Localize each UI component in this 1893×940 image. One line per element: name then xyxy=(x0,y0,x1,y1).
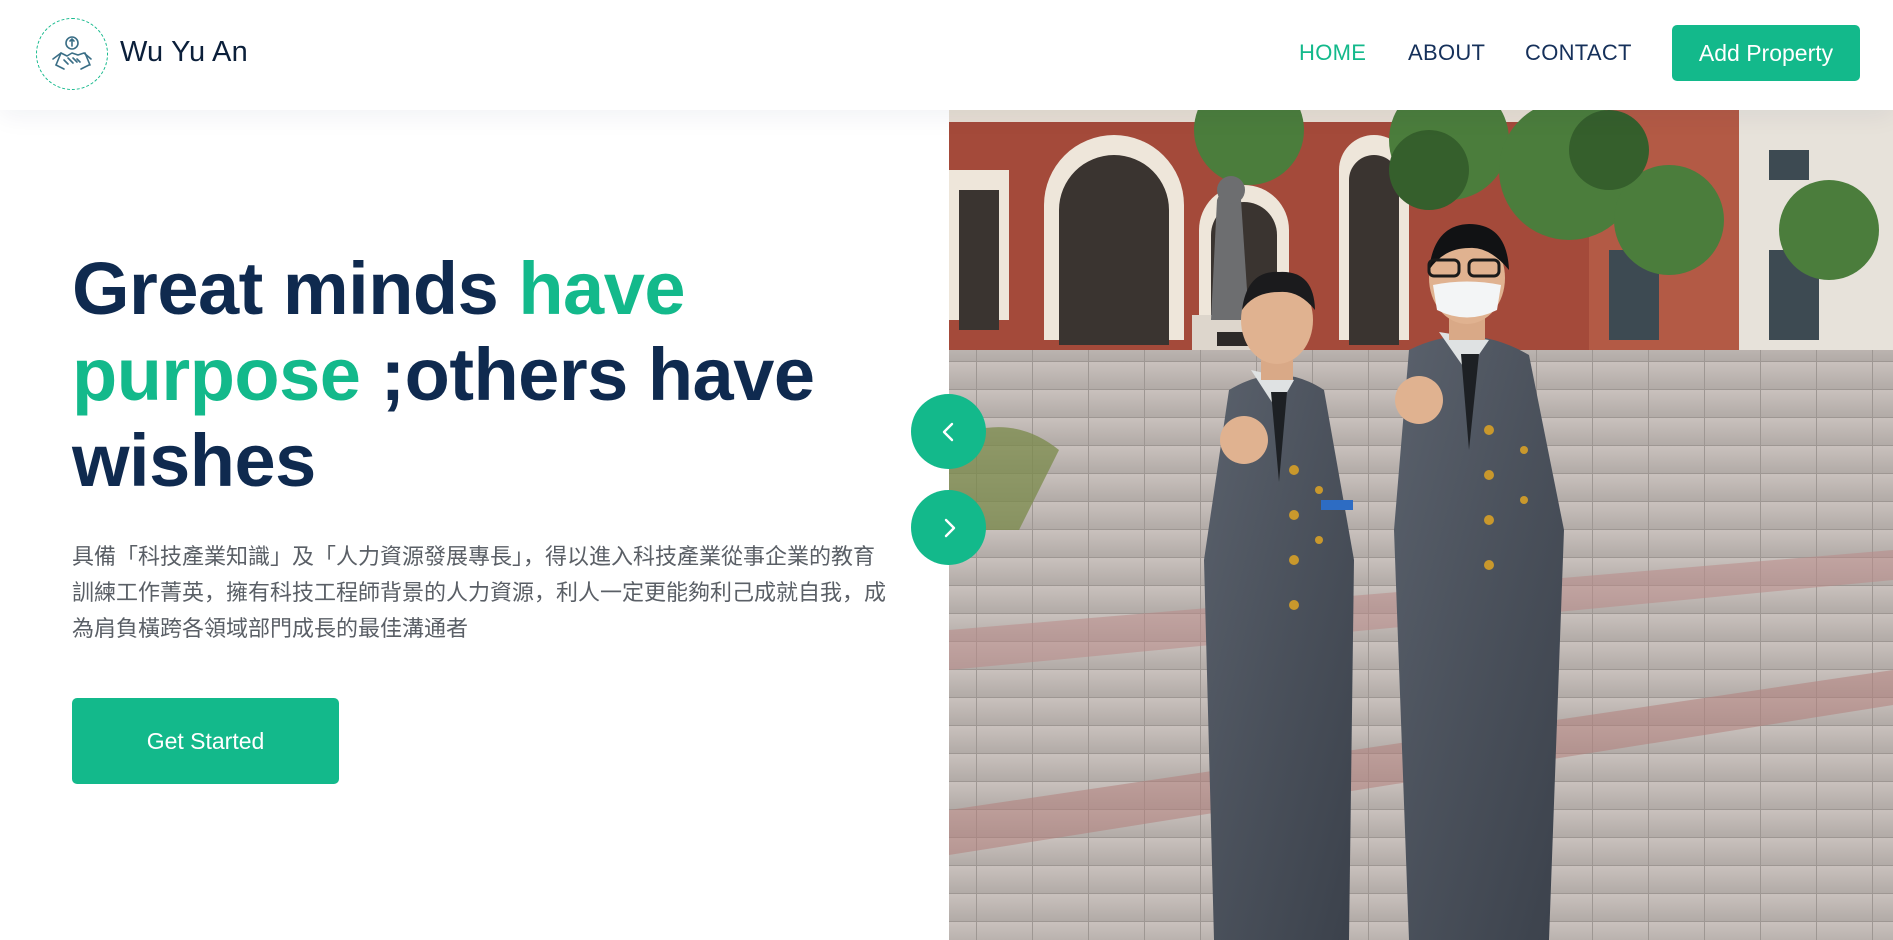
chevron-right-icon xyxy=(944,518,955,537)
chevron-left-icon xyxy=(942,422,953,441)
nav-home[interactable]: HOME xyxy=(1299,40,1366,72)
headline-part-1: Great minds xyxy=(72,247,519,330)
add-property-button[interactable]: Add Property xyxy=(1672,25,1860,81)
page: Wu Yu An HOME ABOUT CONTACT Add Property… xyxy=(0,0,1893,940)
hero-photo xyxy=(949,110,1893,940)
hero-headline: Great minds have purpose ;others have wis… xyxy=(72,246,932,504)
brand-name: Wu Yu An xyxy=(120,36,248,68)
slider-next-button[interactable] xyxy=(911,490,986,565)
handshake-icon xyxy=(52,36,92,70)
hero-description: 具備「科技產業知識」及「人力資源發展專長」，得以進入科技產業從事企業的教育訓練工… xyxy=(72,545,887,642)
nav-contact[interactable]: CONTACT xyxy=(1525,40,1632,72)
slider-prev-button[interactable] xyxy=(911,394,986,469)
headline-accent-2: purpose xyxy=(72,333,361,416)
campus-photo-illustration xyxy=(949,110,1893,940)
logo[interactable] xyxy=(36,18,108,90)
get-started-button[interactable]: Get Started xyxy=(72,698,339,784)
site-header: Wu Yu An HOME ABOUT CONTACT Add Property xyxy=(0,0,1893,110)
headline-accent-1: have xyxy=(518,247,686,330)
nav-about[interactable]: ABOUT xyxy=(1408,40,1485,72)
